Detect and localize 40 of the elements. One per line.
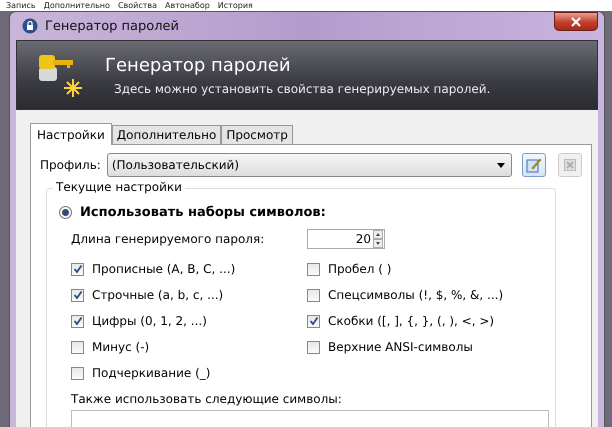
extra-chars-label: Также использовать следующие символы:: [71, 392, 343, 406]
check-icon: [308, 316, 318, 326]
group-title: Текущие настройки: [53, 180, 185, 194]
spinner-arrows-icon: [373, 230, 383, 248]
check-icon: [72, 290, 82, 300]
header-subtitle: Здесь можно установить свойства генерируемых паролей.: [113, 82, 490, 96]
menu-item[interactable]: Дополнительно: [44, 0, 110, 11]
option-checkbox[interactable]: Пробел ( ): [307, 256, 504, 282]
delete-icon: [564, 159, 576, 171]
option-checkbox[interactable]: Подчеркивание (_): [71, 360, 307, 386]
tab[interactable]: Дополнительно: [112, 125, 222, 144]
menu-item[interactable]: История: [218, 0, 253, 11]
profile-label: Профиль:: [40, 158, 101, 172]
tab[interactable]: Просмотр: [221, 125, 293, 144]
menu-item[interactable]: Свойства: [118, 0, 158, 11]
extra-chars-field[interactable]: [71, 410, 549, 427]
check-icon: [72, 264, 82, 274]
menu-item[interactable]: Автонабор: [165, 0, 210, 11]
close-button[interactable]: [554, 12, 598, 31]
close-icon: [571, 16, 581, 26]
length-spinner[interactable]: 20: [307, 229, 385, 249]
menu-item[interactable]: Запись: [6, 0, 36, 11]
length-label: Длина генерируемого пароля:: [71, 232, 266, 246]
option-checkbox[interactable]: Прописные (A, B, C, ...): [71, 256, 307, 282]
lock-icon: [22, 18, 38, 34]
window-title: Генератор паролей: [45, 18, 180, 34]
save-profile-button[interactable]: [522, 153, 546, 177]
option-checkbox[interactable]: Скобки ([, ], {, }, (, ), <, >): [307, 308, 504, 334]
header-title: Генератор паролей: [105, 54, 292, 76]
use-charsets-radio[interactable]: Использовать наборы символов:: [59, 205, 555, 220]
profile-dropdown[interactable]: (Пользовательский): [106, 153, 512, 177]
option-checkbox[interactable]: Цифры (0, 1, 2, ...): [71, 308, 307, 334]
option-checkbox[interactable]: Верхние ANSI-символы: [307, 334, 504, 360]
pencil-icon: [526, 157, 542, 173]
check-icon: [72, 316, 82, 326]
option-checkbox[interactable]: Минус (-): [71, 334, 307, 360]
caret-icon: [497, 162, 505, 168]
option-checkbox[interactable]: Строчные (a, b, c, ...): [71, 282, 307, 308]
tab[interactable]: Настройки: [30, 123, 112, 145]
option-checkbox[interactable]: Спецсимволы (!, $, %, &, ...): [307, 282, 504, 308]
